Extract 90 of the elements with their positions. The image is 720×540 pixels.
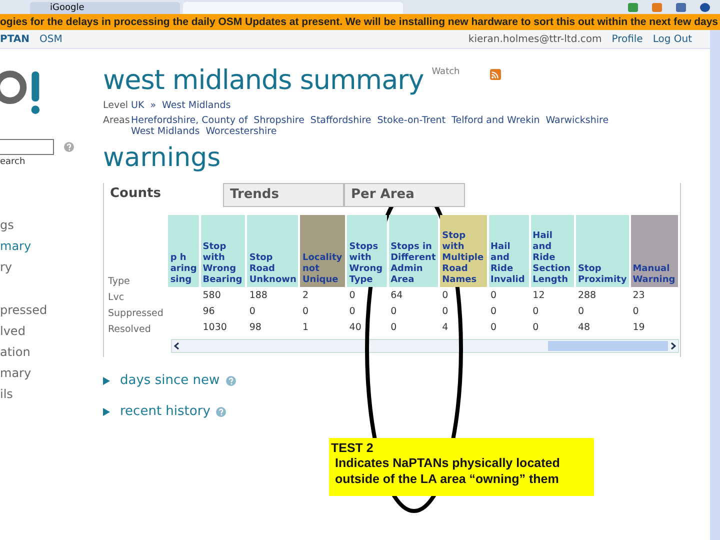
- column-header[interactable]: p h aring sing: [168, 215, 199, 287]
- table-cell-text: 0: [532, 304, 540, 318]
- table-cell-text: 0: [532, 320, 540, 334]
- table-cell-text: 188: [248, 288, 268, 302]
- sidebar-item[interactable]: ation: [0, 342, 103, 363]
- table-cell-text: 2: [301, 288, 310, 302]
- sidebar-item[interactable]: mary: [0, 363, 103, 384]
- nav-link[interactable]: Log Out: [652, 34, 692, 44]
- column-header[interactable]: Stops with Wrong Type: [347, 215, 387, 287]
- breadcrumb-link[interactable]: UK: [131, 100, 144, 111]
- user-email: kieran.holmes@ttr-ltd.com: [468, 34, 602, 44]
- column-header[interactable]: Stop with Wrong Bearing: [200, 215, 246, 287]
- area-link[interactable]: Stoke-on-Trent: [377, 115, 446, 126]
- areas-label: Areas: [103, 115, 131, 128]
- table-cell-text: Suppressed: [107, 307, 164, 319]
- table-cell-text: 0: [490, 304, 498, 318]
- column-header[interactable]: Hail and Ride Section Length: [530, 215, 574, 287]
- scroll-left-icon[interactable]: [172, 341, 182, 351]
- table-cell-text: 0: [632, 304, 640, 318]
- sidebar-item[interactable]: lved: [0, 321, 103, 342]
- breadcrumb-link[interactable]: West Midlands: [162, 100, 231, 111]
- sidebar-item[interactable]: ry: [0, 257, 103, 278]
- table-cell-text: 0: [390, 304, 398, 318]
- sidebar-item[interactable]: gs: [0, 215, 103, 236]
- table-cell-text: 0: [390, 320, 398, 334]
- column-header[interactable]: Manual Warning: [630, 215, 678, 287]
- area-link[interactable]: Staffordshire: [310, 115, 372, 126]
- column-header[interactable]: Hail and Ride Invalid: [488, 215, 529, 287]
- table-cell-text: 1: [301, 320, 310, 334]
- table-cell-text: Lvc: [107, 291, 126, 303]
- expand-icon[interactable]: [103, 408, 110, 416]
- table-cell-text: 98: [248, 320, 262, 334]
- table-cell-text: 0: [248, 304, 256, 318]
- table-cell-text: 12: [532, 288, 546, 302]
- area-link[interactable]: Worcestershire: [206, 126, 277, 137]
- rss-icon[interactable]: [490, 69, 501, 80]
- section-link[interactable]: days since new: [120, 373, 220, 388]
- table-cell-text: 40: [348, 320, 362, 334]
- table-cell-text: Resolved: [107, 323, 152, 335]
- level-label: Level: [103, 100, 130, 111]
- sidebar-item[interactable]: ils: [0, 384, 103, 405]
- column-header[interactable]: Stop with Multiple Road Names: [440, 215, 486, 287]
- area-link[interactable]: Shropshire: [254, 115, 304, 126]
- section-title: warnings: [103, 143, 222, 173]
- table-cell-text: Type: [107, 275, 131, 287]
- table-cell-text: 23: [632, 288, 646, 302]
- table-cell-text: 96: [202, 304, 216, 318]
- table-cell-text: 288: [576, 288, 598, 302]
- table-cell-text: 0: [441, 288, 450, 302]
- scroll-right-icon[interactable]: [668, 341, 678, 351]
- nav-link[interactable]: OSM: [39, 34, 62, 44]
- breadcrumb-separator: »: [150, 100, 156, 111]
- tab[interactable]: Trends: [223, 183, 344, 207]
- area-link[interactable]: Telford and Wrekin: [452, 115, 540, 126]
- table-cell-text: 4: [441, 320, 450, 334]
- table-cell-text: 1030: [202, 320, 228, 334]
- search-field[interactable]: [0, 139, 54, 155]
- search-link[interactable]: earch: [0, 157, 103, 167]
- note-text: Indicates NaPTANs physically located outside of the LA area “owning” them: [334, 455, 561, 487]
- table-cell-text: 0: [576, 304, 585, 318]
- table-cell-text: 0: [490, 320, 498, 334]
- area-link[interactable]: West Midlands: [131, 126, 200, 137]
- table-cell-text: 0: [441, 304, 450, 318]
- note-title: TEST 2: [331, 441, 374, 455]
- sidebar-item[interactable]: mary: [0, 236, 103, 257]
- notice-banner: ogies for the delays in processing the daily OSM Updates at present. We will be installing new hardware to sort this out within the next few days: [0, 14, 720, 30]
- area-link[interactable]: Herefordshire, County of: [131, 115, 248, 126]
- table-cell-text: 0: [348, 288, 356, 302]
- sidebar-item[interactable]: pressed: [0, 300, 103, 321]
- horizontal-scrollbar[interactable]: [171, 339, 679, 353]
- area-link[interactable]: Warwickshire: [546, 115, 609, 126]
- nav-link[interactable]: PTAN: [0, 34, 30, 44]
- table-cell-text: 64: [390, 288, 404, 302]
- page-title: west midlands summary: [103, 65, 424, 96]
- table-cell-text: 580: [202, 288, 222, 302]
- vertical-scrollbar[interactable]: [710, 30, 720, 540]
- browser-tab[interactable]: iGoogle: [30, 2, 180, 14]
- table-cell-text: 0: [348, 304, 356, 318]
- expand-icon[interactable]: [103, 376, 110, 384]
- watch-link[interactable]: Watch: [432, 67, 460, 77]
- column-header[interactable]: Stop Proximity: [576, 215, 629, 287]
- table-cell-text: 19: [632, 320, 646, 334]
- table-cell-text: 0: [490, 288, 498, 302]
- tab[interactable]: Per Area: [344, 183, 465, 207]
- table-cell-text: 0: [301, 304, 310, 318]
- column-header[interactable]: Stops in Different Admin Area: [388, 215, 438, 287]
- section-link[interactable]: recent history: [120, 404, 210, 419]
- table-cell-text: 48: [576, 320, 592, 334]
- column-header[interactable]: Stop Road Unknown: [247, 215, 298, 287]
- nav-link[interactable]: Profile: [612, 34, 643, 44]
